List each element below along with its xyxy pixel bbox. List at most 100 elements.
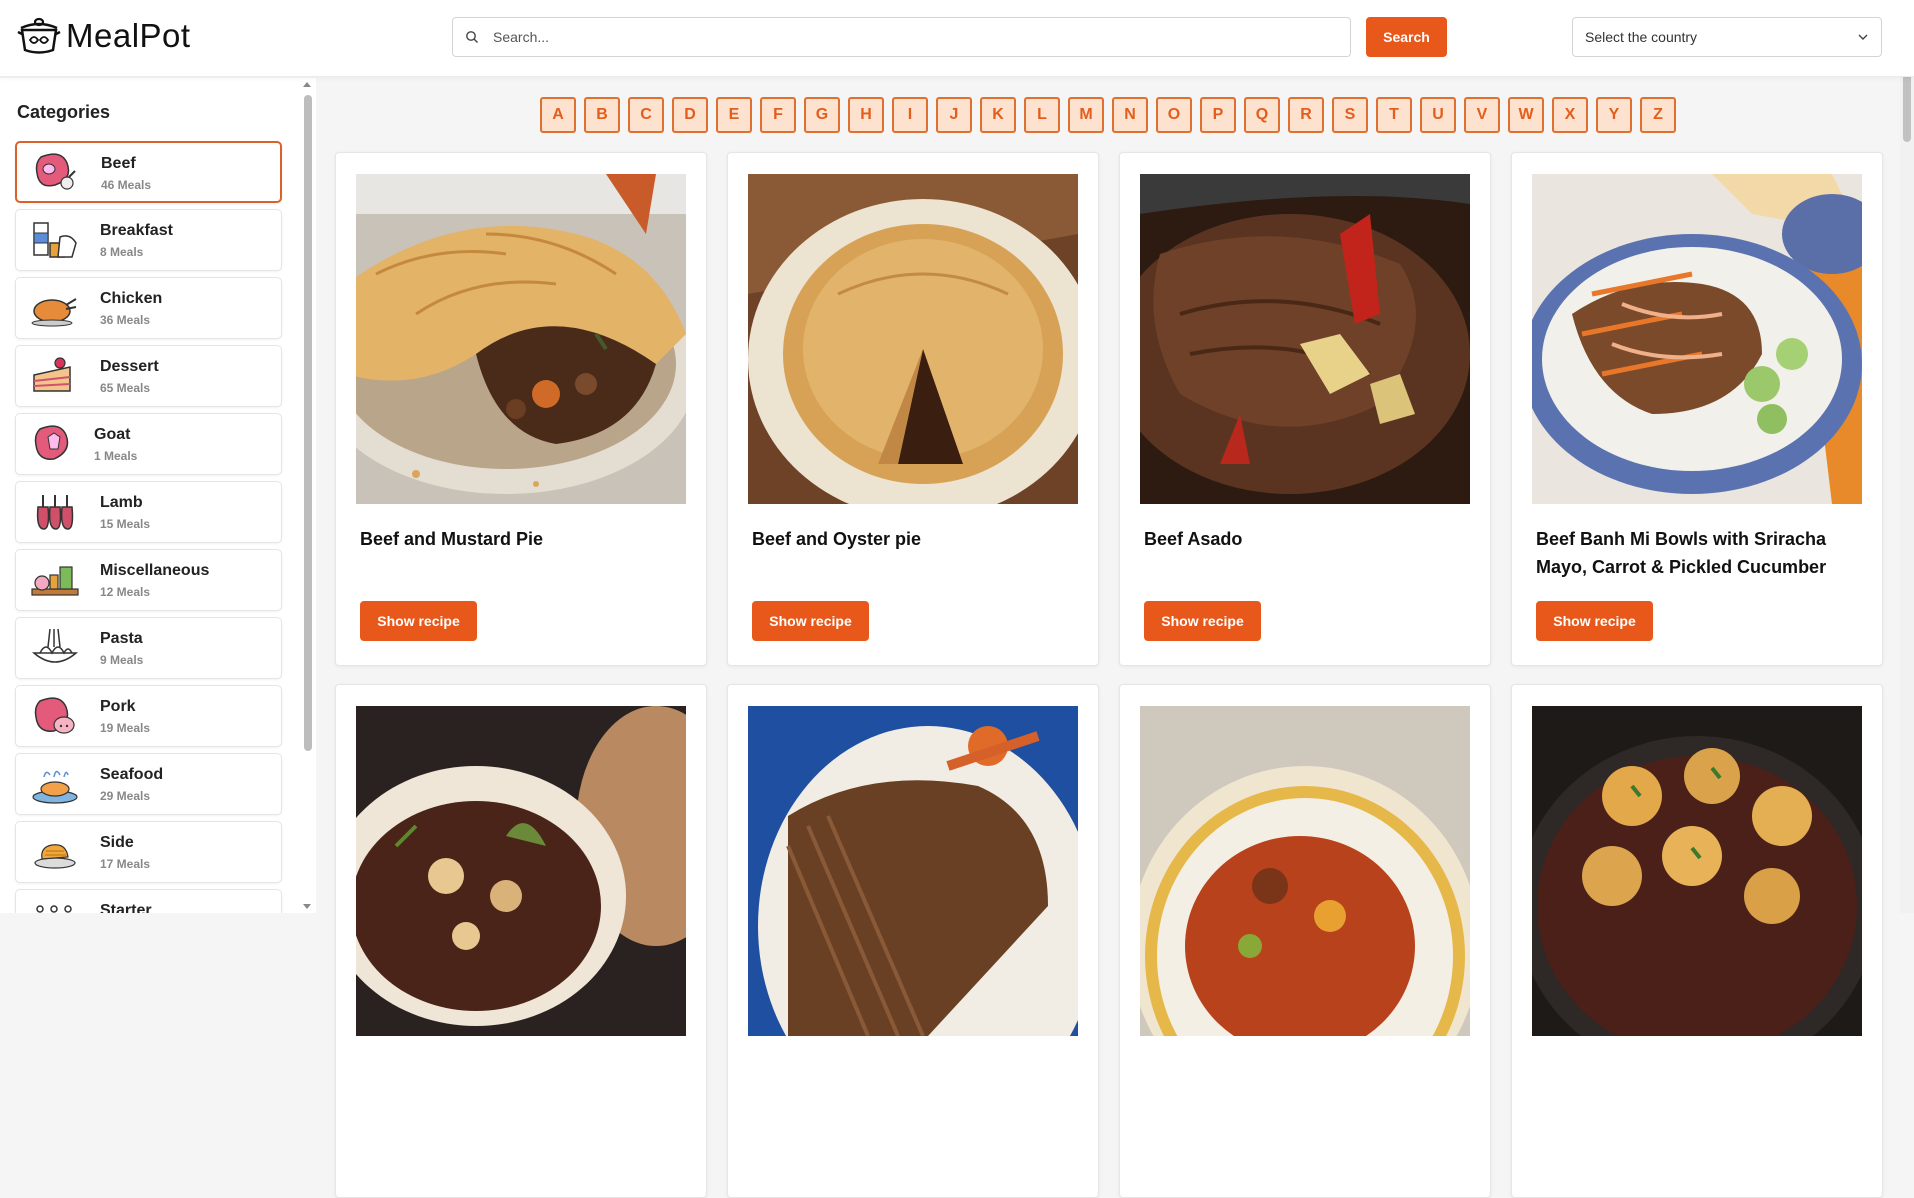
category-count: 1 Meals (94, 449, 138, 463)
category-item-pork[interactable]: Pork 19 Meals (15, 685, 282, 747)
header: MealPot Search Select the country (0, 0, 1914, 77)
show-recipe-button[interactable]: Show recipe (1536, 601, 1653, 641)
letter-button-f[interactable]: F (760, 97, 796, 133)
search-box (452, 17, 1351, 57)
banh-mi-bowl-photo (1532, 174, 1862, 504)
category-list: Beef 46 Meals Breakfast 8 Meals Chicken … (15, 141, 282, 913)
sidebar-scrollbar-thumb[interactable] (304, 95, 312, 751)
starter-icon (36, 905, 72, 913)
category-name: Pasta (100, 630, 143, 647)
letter-button-c[interactable]: C (628, 97, 664, 133)
letter-filter: ABCDEFGHIJKLMNOPQRSTUVWXYZ (540, 97, 1684, 133)
category-item-lamb[interactable]: Lamb 15 Meals (15, 481, 282, 543)
category-item-starter[interactable]: Starter (15, 889, 282, 913)
meal-card: Beef Asado Show recipe (1119, 152, 1491, 666)
goat-icon (34, 425, 69, 460)
letter-button-u[interactable]: U (1420, 97, 1456, 133)
category-name: Side (100, 834, 134, 851)
letter-button-w[interactable]: W (1508, 97, 1544, 133)
category-name: Miscellaneous (100, 562, 210, 579)
meal-image[interactable] (1140, 174, 1470, 504)
search-icon (466, 31, 478, 43)
letter-button-l[interactable]: L (1024, 97, 1060, 133)
category-name: Breakfast (100, 222, 173, 239)
scroll-down-arrow-icon[interactable] (303, 904, 311, 909)
letter-button-z[interactable]: Z (1640, 97, 1676, 133)
search-button[interactable]: Search (1366, 17, 1447, 57)
meal-image[interactable] (1532, 706, 1862, 1036)
letter-button-n[interactable]: N (1112, 97, 1148, 133)
letter-button-t[interactable]: T (1376, 97, 1412, 133)
letter-button-k[interactable]: K (980, 97, 1016, 133)
meal-card: Beef and Oyster pie Show recipe (727, 152, 1099, 666)
pork-icon (34, 697, 75, 734)
meal-card (335, 684, 707, 1198)
show-recipe-button[interactable]: Show recipe (360, 601, 477, 641)
meal-image[interactable] (748, 174, 1078, 504)
category-item-seafood[interactable]: Seafood 29 Meals (15, 753, 282, 815)
meal-card (1119, 684, 1491, 1198)
category-item-dessert[interactable]: Dessert 65 Meals (15, 345, 282, 407)
category-name: Dessert (100, 358, 159, 375)
category-count: 8 Meals (100, 245, 144, 259)
category-count: 46 Meals (101, 178, 152, 192)
chevron-down-icon (1858, 34, 1868, 40)
letter-button-y[interactable]: Y (1596, 97, 1632, 133)
category-item-chicken[interactable]: Chicken 36 Meals (15, 277, 282, 339)
letter-button-o[interactable]: O (1156, 97, 1192, 133)
category-count: 12 Meals (100, 585, 151, 599)
beef-asado-photo (1140, 174, 1470, 504)
scroll-up-arrow-icon[interactable] (303, 82, 311, 87)
logo[interactable]: MealPot (16, 16, 191, 56)
meal-image[interactable] (356, 174, 686, 504)
search-input[interactable] (493, 29, 1333, 45)
pot-logo-icon (17, 17, 61, 54)
country-select[interactable]: Select the country (1572, 17, 1882, 57)
category-count: 19 Meals (100, 721, 151, 735)
meal-image[interactable] (356, 706, 686, 1036)
category-item-beef[interactable]: Beef 46 Meals (15, 141, 282, 203)
letter-button-a[interactable]: A (540, 97, 576, 133)
letter-button-s[interactable]: S (1332, 97, 1368, 133)
category-item-miscellaneous[interactable]: Miscellaneous 12 Meals (15, 549, 282, 611)
category-item-side[interactable]: Side 17 Meals (15, 821, 282, 883)
category-count: 15 Meals (100, 517, 151, 531)
letter-button-i[interactable]: I (892, 97, 928, 133)
category-item-pasta[interactable]: Pasta 9 Meals (15, 617, 282, 679)
letter-button-d[interactable]: D (672, 97, 708, 133)
app-name: MealPot (66, 17, 191, 54)
category-count: 29 Meals (100, 789, 151, 803)
letter-button-g[interactable]: G (804, 97, 840, 133)
letter-button-h[interactable]: H (848, 97, 884, 133)
letter-button-b[interactable]: B (584, 97, 620, 133)
letter-button-m[interactable]: M (1068, 97, 1104, 133)
letter-button-r[interactable]: R (1288, 97, 1324, 133)
letter-button-j[interactable]: J (936, 97, 972, 133)
pasta-icon (31, 628, 79, 663)
meal-image[interactable] (1140, 706, 1470, 1036)
oyster-pie-photo (748, 174, 1078, 504)
letter-button-v[interactable]: V (1464, 97, 1500, 133)
letter-button-x[interactable]: X (1552, 97, 1588, 133)
meal-image[interactable] (748, 706, 1078, 1036)
meal-image[interactable] (1532, 174, 1862, 504)
meal-title: Beef Banh Mi Bowls with Sriracha Mayo, C… (1536, 529, 1827, 577)
miscellaneous-icon (31, 566, 79, 596)
chicken-icon (31, 298, 77, 327)
meal-title: Beef and Mustard Pie (360, 529, 544, 549)
category-item-goat[interactable]: Goat 1 Meals (15, 413, 282, 475)
show-recipe-button[interactable]: Show recipe (1144, 601, 1261, 641)
beef-bourguignon-photo (356, 706, 686, 1036)
letter-button-e[interactable]: E (716, 97, 752, 133)
letter-button-p[interactable]: P (1200, 97, 1236, 133)
beef-pie-photo (356, 174, 686, 504)
beef-stew-photo (1140, 706, 1470, 1036)
meal-card (727, 684, 1099, 1198)
category-item-breakfast[interactable]: Breakfast 8 Meals (15, 209, 282, 271)
meal-card: Beef Banh Mi Bowls with Sriracha Mayo, C… (1511, 152, 1883, 666)
show-recipe-button[interactable]: Show recipe (752, 601, 869, 641)
letter-button-q[interactable]: Q (1244, 97, 1280, 133)
beef-icon (35, 153, 76, 190)
category-name: Starter (100, 902, 152, 913)
category-name: Pork (100, 698, 136, 715)
